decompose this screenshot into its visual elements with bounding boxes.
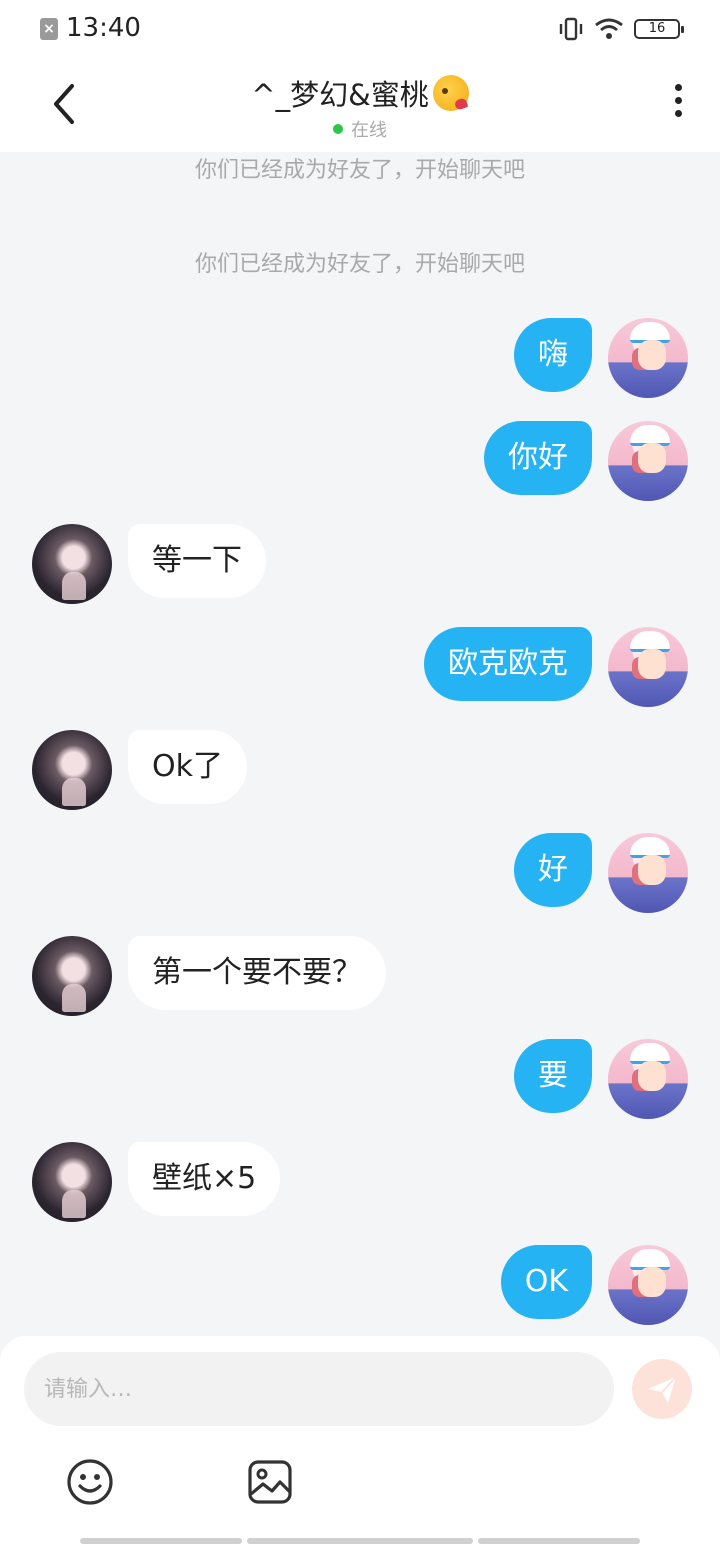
message-row: 嗨 [0, 318, 720, 398]
message-row: OK [0, 1245, 720, 1325]
avatar[interactable] [32, 936, 112, 1016]
online-dot-icon [333, 124, 343, 134]
avatar[interactable] [32, 1142, 112, 1222]
message-row: 等一下 [0, 524, 720, 604]
image-button[interactable] [246, 1458, 294, 1506]
image-icon [248, 1460, 292, 1504]
message-bubble-sent[interactable]: 嗨 [514, 318, 592, 392]
wifi-icon [595, 18, 623, 39]
kissing-face-emoji-icon [432, 75, 469, 111]
status-icons: 16 [558, 14, 684, 44]
message-row: 要 [0, 1039, 720, 1119]
message-bubble-received[interactable]: 壁纸×5 [128, 1142, 281, 1216]
chat-title: ^_梦幻&蜜桃 [251, 72, 469, 114]
avatar[interactable] [608, 833, 688, 913]
message-bubble-received[interactable]: Ok了 [128, 730, 247, 804]
more-options-button[interactable] [672, 84, 684, 124]
message-row: Ok了 [0, 730, 720, 810]
message-bubble-sent[interactable]: 欧克欧克 [424, 627, 592, 701]
avatar[interactable] [608, 318, 688, 398]
notification-icon: × [40, 18, 58, 40]
message-bubble-received[interactable]: 等一下 [128, 524, 266, 598]
emoji-button[interactable] [66, 1458, 114, 1506]
status-time: 13:40 [66, 13, 141, 43]
message-bubble-sent[interactable]: 好 [514, 833, 592, 907]
message-bubble-received[interactable]: 第一个要不要？ [128, 936, 386, 1010]
message-bubble-sent[interactable]: 你好 [484, 421, 592, 495]
message-bubble-sent[interactable]: 要 [514, 1039, 592, 1113]
message-row: 壁纸×5 [0, 1142, 720, 1222]
more-vertical-icon [674, 84, 682, 91]
send-icon [648, 1376, 677, 1403]
nav-indicator [478, 1538, 640, 1544]
online-status: 在线 [333, 116, 387, 142]
status-bar: × 13:40 16 [0, 0, 720, 58]
message-list[interactable]: 你们已经成为好友了，开始聊天吧 你们已经成为好友了，开始聊天吧 嗨 你好 等一下… [0, 152, 720, 1338]
system-message: 你们已经成为好友了，开始聊天吧 [194, 158, 525, 183]
emoji-icon [67, 1459, 113, 1505]
message-row: 欧克欧克 [0, 627, 720, 707]
nav-indicator [80, 1538, 242, 1544]
avatar[interactable] [608, 1039, 688, 1119]
system-message: 你们已经成为好友了，开始聊天吧 [194, 252, 525, 277]
avatar[interactable] [32, 524, 112, 604]
avatar[interactable] [608, 627, 688, 707]
avatar[interactable] [608, 1245, 688, 1325]
online-status-text: 在线 [351, 120, 387, 141]
vibrate-icon [559, 17, 583, 41]
avatar[interactable] [32, 730, 112, 810]
composer [0, 1336, 720, 1544]
message-bubble-sent[interactable]: OK [500, 1245, 592, 1319]
chat-header: ^_梦幻&蜜桃 在线 [0, 58, 720, 152]
avatar[interactable] [608, 421, 688, 501]
nav-indicator [247, 1538, 473, 1544]
message-row: 好 [0, 833, 720, 913]
message-row: 第一个要不要？ [0, 936, 720, 1016]
message-row: 你好 [0, 421, 720, 501]
send-button[interactable] [632, 1359, 692, 1419]
contact-name: ^_梦幻&蜜桃 [251, 78, 429, 112]
message-input[interactable] [24, 1352, 614, 1426]
battery-icon: 16 [634, 19, 684, 39]
